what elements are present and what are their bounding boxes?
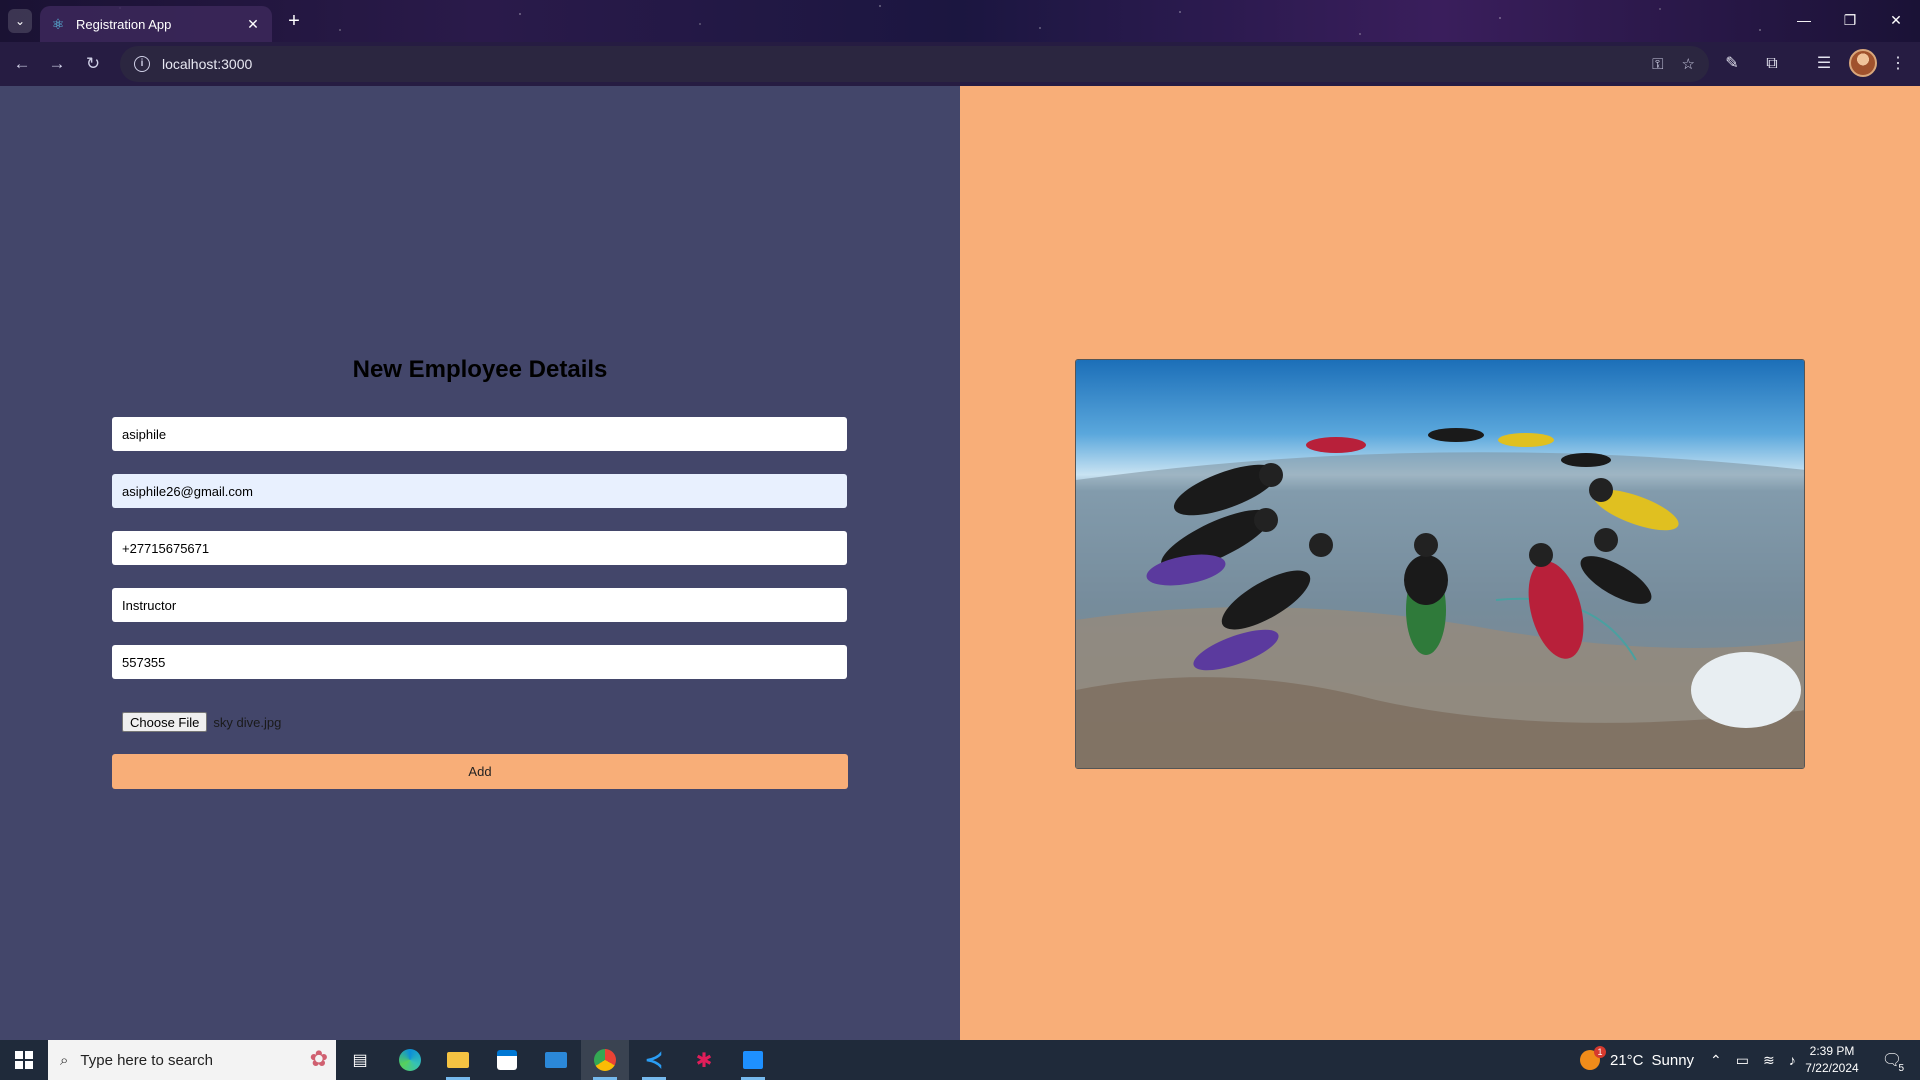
menu-icon[interactable]: ⋮ — [1884, 50, 1912, 78]
mail-icon[interactable] — [532, 1040, 580, 1080]
browser-titlebar: ⌄ ⚛ Registration App ✕ + — ❐ ✕ — [0, 0, 1920, 42]
choose-file-button[interactable]: Choose File — [122, 712, 208, 732]
browser-tab[interactable]: ⚛ Registration App ✕ — [40, 6, 272, 42]
close-icon[interactable]: ✕ — [244, 15, 262, 33]
address-bar[interactable]: i localhost:3000 ⚿ ☆ — [120, 46, 1709, 82]
weather-sun-icon: 1 — [1580, 1046, 1606, 1070]
weather-desc: Sunny — [1651, 1051, 1695, 1069]
form-panel: New Employee Details Choose File sky div… — [0, 86, 960, 1040]
tab-search-button[interactable]: ⌄ — [8, 9, 32, 33]
taskbar-search[interactable]: ⌕ Type here to search ✿ — [48, 1040, 336, 1080]
react-icon: ⚛ — [51, 16, 65, 32]
reload-icon[interactable]: ↻ — [79, 50, 107, 78]
add-button[interactable]: Add — [112, 754, 848, 789]
search-placeholder: Type here to search — [80, 1051, 213, 1069]
forward-icon[interactable]: → — [43, 50, 71, 78]
media-queue-icon[interactable]: ☰ — [1810, 50, 1838, 78]
url-text: localhost:3000 — [162, 56, 253, 72]
new-tab-button[interactable]: + — [282, 9, 306, 33]
phone-field[interactable] — [112, 531, 847, 565]
password-key-icon[interactable]: ⚿ — [1652, 56, 1663, 73]
search-icon: ⌕ — [60, 1051, 69, 1069]
task-view-icon[interactable]: ▤ — [336, 1040, 384, 1080]
form-title: New Employee Details — [352, 356, 608, 383]
ms-store-icon[interactable] — [483, 1040, 531, 1080]
position-field[interactable] — [112, 588, 847, 622]
employee-id-field[interactable] — [112, 645, 847, 679]
vscode-icon[interactable]: ≺ — [630, 1040, 678, 1080]
clock-date: 7/22/2024 — [1805, 1061, 1859, 1075]
page-content: New Employee Details Choose File sky div… — [0, 86, 1920, 1040]
back-icon[interactable]: ← — [8, 50, 36, 78]
system-clock[interactable]: 2:39 PM 7/22/2024 — [1792, 1043, 1872, 1077]
windows-taskbar: ⌕ Type here to search ✿ ▤ ≺ ✱ 1 21°C Sun… — [0, 1040, 1920, 1080]
weather-temp: 21°C — [1610, 1051, 1644, 1069]
selected-file-name: sky dive.jpg — [213, 714, 282, 730]
bookmark-star-icon[interactable]: ☆ — [1682, 55, 1695, 73]
slack-icon[interactable]: ✱ — [680, 1040, 728, 1080]
extensions-icon[interactable]: ⧉ — [1758, 50, 1786, 78]
profile-avatar[interactable] — [1849, 49, 1877, 77]
system-tray: ⌃ ▭ ≋ ♪ — [1710, 1040, 1796, 1080]
wifi-icon[interactable]: ≋ — [1763, 1052, 1775, 1069]
file-input: Choose File sky dive.jpg — [122, 712, 281, 732]
meet-now-icon[interactable]: ▭ — [1736, 1052, 1749, 1069]
tab-title: Registration App — [76, 16, 172, 32]
email-field[interactable] — [112, 474, 847, 508]
edge-icon[interactable] — [386, 1040, 434, 1080]
start-button[interactable] — [0, 1040, 48, 1080]
name-field[interactable] — [112, 417, 847, 451]
window-close-button[interactable]: ✕ — [1880, 8, 1912, 32]
clock-time: 2:39 PM — [1809, 1044, 1855, 1058]
chevron-up-icon[interactable]: ⌃ — [1710, 1052, 1722, 1069]
uploaded-photo — [1075, 359, 1805, 769]
site-info-icon[interactable]: i — [134, 56, 150, 72]
minimize-button[interactable]: — — [1788, 8, 1820, 32]
notification-count: 5 — [1898, 1063, 1904, 1074]
notification-center[interactable]: 🗨 5 — [1872, 1040, 1912, 1080]
restore-button[interactable]: ❐ — [1834, 8, 1866, 32]
browser-toolbar: ← → ↻ i localhost:3000 ⚿ ☆ ✎ ⧉ ☰ ⋮ — [0, 42, 1920, 86]
brain-decoration-icon: ✿ — [309, 1046, 328, 1071]
edit-pen-icon[interactable]: ✎ — [1718, 50, 1746, 78]
weather-widget[interactable]: 1 21°C Sunny — [1580, 1040, 1694, 1080]
file-explorer-icon[interactable] — [434, 1040, 482, 1080]
photos-icon[interactable] — [729, 1040, 777, 1080]
chrome-icon[interactable] — [581, 1040, 629, 1080]
windows-logo-icon — [15, 1051, 33, 1069]
image-panel — [960, 86, 1920, 1040]
weather-badge: 1 — [1594, 1046, 1606, 1058]
